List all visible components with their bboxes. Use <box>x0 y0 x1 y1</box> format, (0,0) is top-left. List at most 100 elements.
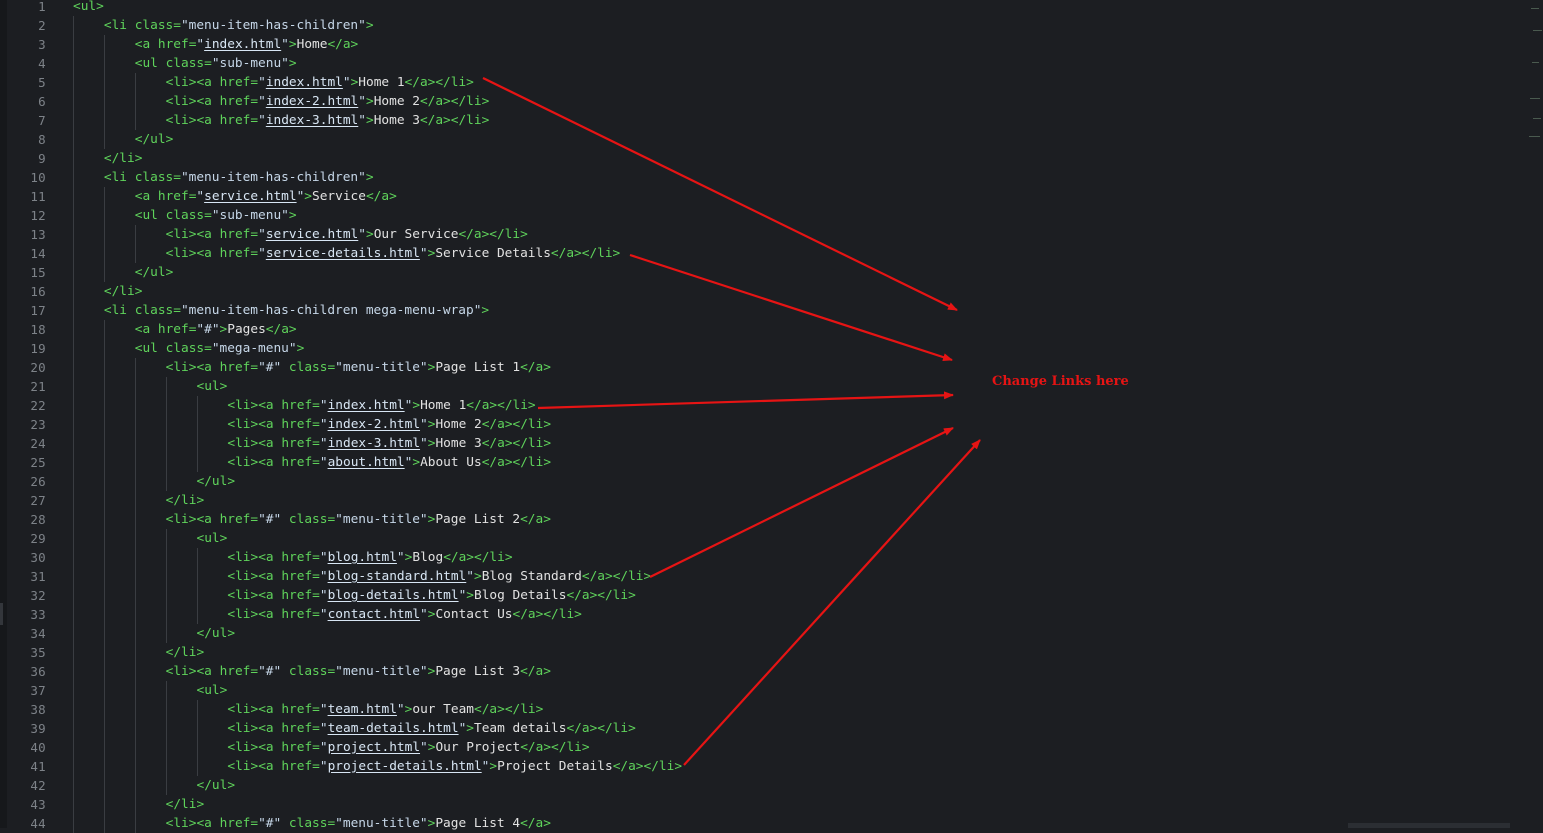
link-url[interactable]: service.html <box>266 227 358 242</box>
line-number: 35 <box>30 645 46 660</box>
link-url[interactable]: about.html <box>328 455 405 470</box>
attr-name: href= <box>219 227 259 242</box>
attr-value: " <box>358 113 366 128</box>
link-url[interactable]: index.html <box>266 75 343 90</box>
indent-guide <box>103 719 105 738</box>
horizontal-scrollbar[interactable] <box>1348 823 1510 828</box>
link-url[interactable]: blog-standard.html <box>328 569 467 584</box>
line-code[interactable]: <li><a href="index.html">Home 1</a></li> <box>227 396 535 415</box>
attr-value: " <box>319 398 328 413</box>
attr-name: href= <box>219 360 259 375</box>
attr-value: " <box>396 702 405 717</box>
indent-guide <box>134 225 136 244</box>
line-code[interactable]: <ul class="sub-menu"> <box>135 206 297 225</box>
line-code[interactable]: <li><a href="service.html">Our Service</… <box>166 225 528 244</box>
html-tag: > <box>466 588 474 603</box>
html-tag: <ul> <box>196 531 228 546</box>
indent-guide <box>103 434 105 453</box>
indent-guide <box>73 130 74 149</box>
line-code[interactable]: <li><a href="blog-details.html">Blog Det… <box>227 586 635 605</box>
link-url[interactable]: index-2.html <box>328 417 420 432</box>
line-code[interactable]: <li><a href="#" class="menu-title">Page … <box>166 662 551 681</box>
link-url[interactable]: index.html <box>204 37 281 52</box>
html-tag: <a <box>134 37 158 52</box>
link-url[interactable]: project-details.html <box>328 759 482 774</box>
line-code[interactable]: <li><a href="#" class="menu-title">Page … <box>166 814 551 833</box>
html-tag: > <box>365 170 374 185</box>
line-code[interactable]: <li><a href="project.html">Our Project</… <box>227 738 589 757</box>
attr-value: " <box>281 37 289 52</box>
indent-guide <box>103 757 105 776</box>
line-code[interactable]: <li><a href="project-details.html">Proje… <box>227 757 682 776</box>
line-code[interactable]: </li> <box>166 491 205 510</box>
line-code[interactable]: <a href="service.html">Service</a> <box>135 187 397 206</box>
line-code[interactable]: <li><a href="index-2.html">Home 2</a></l… <box>166 92 490 111</box>
link-url[interactable]: blog-details.html <box>328 588 459 603</box>
line-code[interactable]: </li> <box>104 282 143 301</box>
html-tag: </a></li> <box>419 94 490 109</box>
line-code[interactable]: <li class="menu-item-has-children"> <box>104 16 374 35</box>
line-code[interactable]: </li> <box>166 795 205 814</box>
indent-guide <box>73 396 74 415</box>
line-code[interactable]: <ul> <box>197 681 228 700</box>
indent-guide <box>103 339 105 358</box>
indent-guide <box>103 35 105 54</box>
line-code[interactable]: </li> <box>104 149 143 168</box>
link-url[interactable]: index-2.html <box>266 94 358 109</box>
minimap[interactable] <box>1527 0 1543 150</box>
line-code[interactable]: <li><a href="index-2.html">Home 2</a></l… <box>227 415 551 434</box>
line-code[interactable]: <li><a href="service-details.html">Servi… <box>166 244 621 263</box>
link-url[interactable]: index-3.html <box>328 436 420 451</box>
indent-guide <box>73 92 74 111</box>
line-code[interactable]: <li><a href="about.html">About Us</a></l… <box>227 453 551 472</box>
line-code[interactable]: </ul> <box>197 624 236 643</box>
line-code[interactable]: </ul> <box>135 130 174 149</box>
line-code[interactable]: <li><a href="index-3.html">Home 3</a></l… <box>166 111 490 130</box>
line-code[interactable]: <li><a href="blog.html">Blog</a></li> <box>227 548 512 567</box>
link-url[interactable]: team.html <box>328 702 397 717</box>
link-url[interactable]: service.html <box>204 189 296 204</box>
line-code[interactable]: <li><a href="index.html">Home 1</a></li> <box>166 73 474 92</box>
attr-name: href= <box>157 189 197 204</box>
link-url[interactable]: index.html <box>328 398 405 413</box>
attr-name: href= <box>281 398 320 413</box>
line-code[interactable]: <ul> <box>197 529 228 548</box>
link-url[interactable]: contact.html <box>328 607 420 622</box>
line-code[interactable]: <li><a href="blog-standard.html">Blog St… <box>227 567 651 586</box>
indent-guide <box>103 187 105 206</box>
attr-name: class= <box>134 170 181 185</box>
html-tag: > <box>481 303 490 318</box>
line-code[interactable]: <a href="index.html">Home</a> <box>135 35 359 54</box>
line-code[interactable]: <li><a href="#" class="menu-title">Page … <box>166 510 551 529</box>
line-code[interactable]: </li> <box>166 643 205 662</box>
line-code[interactable]: </ul> <box>197 776 236 795</box>
line-code[interactable]: </ul> <box>197 472 236 491</box>
attr-name: class= <box>134 303 181 318</box>
attr-name: class= <box>134 18 181 33</box>
attr-value: "menu-title" <box>335 816 428 831</box>
code-editor[interactable]: 1 <ul> 2 <li class="menu-item-has-children"… <box>0 0 1543 833</box>
link-url[interactable]: blog.html <box>328 550 397 565</box>
html-tag: </a> <box>520 816 551 831</box>
line-code[interactable]: <li class="menu-item-has-children mega-m… <box>104 301 489 320</box>
line-code[interactable]: <li><a href="team-details.html">Team det… <box>227 719 635 738</box>
link-url[interactable]: service-details.html <box>266 246 420 261</box>
indent-guide <box>103 111 105 130</box>
line-code[interactable]: <li class="menu-item-has-children"> <box>104 168 374 187</box>
link-url[interactable]: project.html <box>328 740 420 755</box>
indent-guide <box>103 491 105 510</box>
line-code[interactable]: <ul class="mega-menu"> <box>135 339 305 358</box>
attr-name: class= <box>165 208 212 223</box>
line-code[interactable]: </ul> <box>135 263 174 282</box>
line-code[interactable]: <li><a href="team.html">our Team</a></li… <box>227 700 543 719</box>
link-text: Home 2 <box>373 94 420 109</box>
line-code[interactable]: <li><a href="#" class="menu-title">Page … <box>166 358 551 377</box>
link-url[interactable]: index-3.html <box>266 113 358 128</box>
line-code[interactable]: <li><a href="index-3.html">Home 3</a></l… <box>227 434 551 453</box>
line-code[interactable]: <ul class="sub-menu"> <box>135 54 297 73</box>
line-code[interactable]: <a href="#">Pages</a> <box>135 320 297 339</box>
line-code[interactable]: <ul> <box>197 377 228 396</box>
link-url[interactable]: team-details.html <box>328 721 459 736</box>
line-code[interactable]: <li><a href="contact.html">Contact Us</a… <box>227 605 581 624</box>
line-code[interactable]: <ul> <box>73 0 104 16</box>
